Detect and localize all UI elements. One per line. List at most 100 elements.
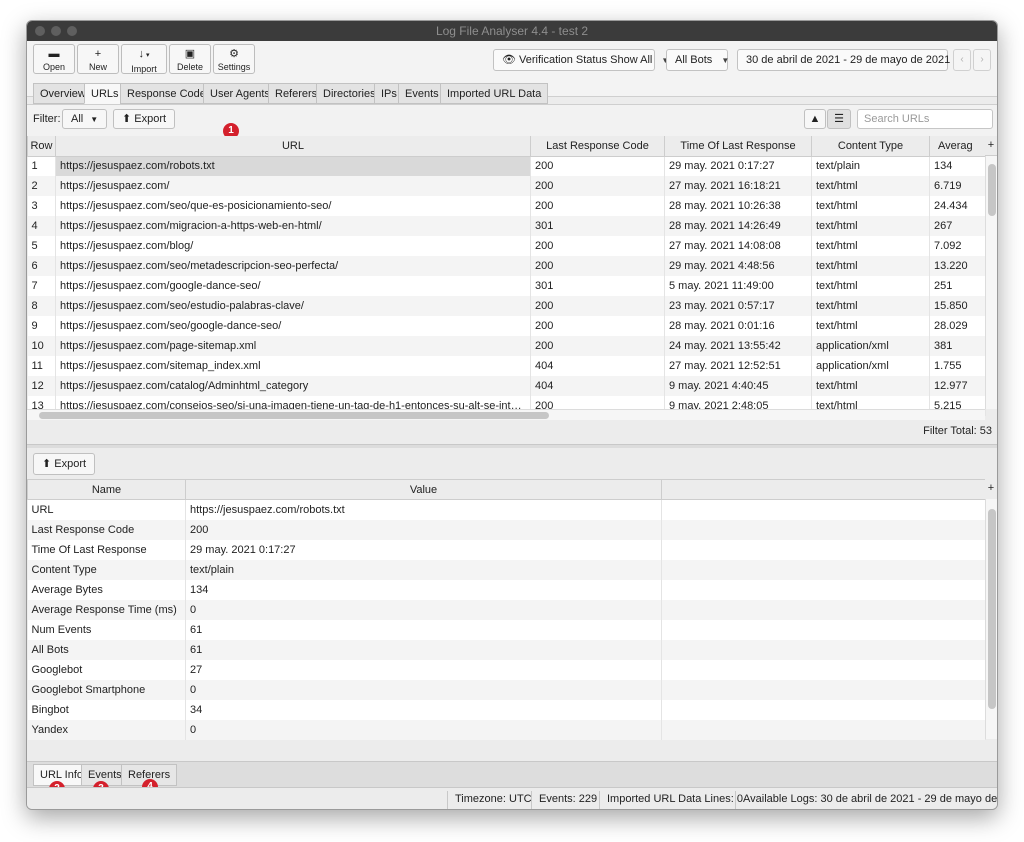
cell-url[interactable]: https://jesuspaez.com/seo/metadescripcio… xyxy=(55,256,531,276)
verification-status-dropdown[interactable]: 👁 Verification Status Show All ▼ xyxy=(493,49,669,71)
cell-response-code[interactable]: 200 xyxy=(530,336,665,356)
cell-response-code[interactable]: 200 xyxy=(530,196,665,216)
table-row[interactable]: 6 https://jesuspaez.com/seo/metadescripci… xyxy=(27,256,986,276)
cell-response-code[interactable]: 301 xyxy=(530,276,665,296)
cell-average-bytes[interactable]: 251 xyxy=(929,276,986,296)
cell-time-of-last-response[interactable]: 24 may. 2021 13:55:42 xyxy=(664,336,812,356)
cell-row-number[interactable]: 4 xyxy=(27,216,56,236)
column-chooser-button[interactable]: + xyxy=(985,479,997,499)
scrollbar-thumb[interactable] xyxy=(988,509,996,709)
table-row[interactable]: Googlebot 27 xyxy=(27,659,986,680)
column-header-last-response-code[interactable]: Last Response Code xyxy=(530,136,665,157)
tab-user-agents[interactable]: User Agents xyxy=(203,83,277,104)
cell-url[interactable]: https://jesuspaez.com/blog/ xyxy=(55,236,531,256)
cell-time-of-last-response[interactable]: 9 may. 2021 4:40:45 xyxy=(664,376,812,396)
cell-average-bytes[interactable]: 6.719 xyxy=(929,176,986,196)
table-row[interactable]: Content Type text/plain xyxy=(27,559,986,580)
export-urls-button[interactable]: ⬆ Export xyxy=(113,109,176,129)
cell-time-of-last-response[interactable]: 29 may. 2021 0:17:27 xyxy=(664,156,812,176)
urls-vertical-scrollbar[interactable] xyxy=(985,156,997,409)
details-vertical-scrollbar[interactable] xyxy=(985,499,997,739)
cell-average-bytes[interactable]: 267 xyxy=(929,216,986,236)
cell-row-number[interactable]: 7 xyxy=(27,276,56,296)
cell-content-type[interactable]: text/html xyxy=(811,236,930,256)
cell-url[interactable]: https://jesuspaez.com/seo/estudio-palabr… xyxy=(55,296,531,316)
column-header-row[interactable]: Row xyxy=(27,136,56,157)
cell-response-code[interactable]: 200 xyxy=(530,296,665,316)
column-header-content-type[interactable]: Content Type xyxy=(811,136,930,157)
cell-url[interactable]: https://jesuspaez.com/seo/google-dance-s… xyxy=(55,316,531,336)
column-header-url[interactable]: URL xyxy=(55,136,531,157)
filter-dropdown[interactable]: All ▼ xyxy=(62,109,108,129)
cell-url[interactable]: https://jesuspaez.com/robots.txt xyxy=(55,156,531,176)
column-header-average-bytes[interactable]: Averag xyxy=(929,136,986,157)
cell-content-type[interactable]: text/html xyxy=(811,216,930,236)
scrollbar-thumb[interactable] xyxy=(988,164,996,216)
tree-view-button[interactable]: ▲ xyxy=(804,109,826,129)
table-row[interactable]: Time Of Last Response 29 may. 2021 0:17:2… xyxy=(27,539,986,560)
minimize-window-button[interactable] xyxy=(51,26,61,36)
table-row[interactable]: 4 https://jesuspaez.com/migracion-a-https… xyxy=(27,216,986,236)
export-details-button[interactable]: ⬆ Export xyxy=(33,453,96,475)
cell-response-code[interactable]: 404 xyxy=(530,356,665,376)
cell-average-bytes[interactable]: 381 xyxy=(929,336,986,356)
column-header-blank[interactable] xyxy=(661,479,986,500)
cell-content-type[interactable]: text/html xyxy=(811,256,930,276)
table-row[interactable]: 12 https://jesuspaez.com/catalog/Adminhtm… xyxy=(27,376,986,396)
cell-content-type[interactable]: text/html xyxy=(811,376,930,396)
urls-horizontal-scrollbar[interactable] xyxy=(27,409,985,420)
scrollbar-thumb[interactable] xyxy=(39,412,549,419)
cell-average-bytes[interactable]: 28.029 xyxy=(929,316,986,336)
table-row[interactable]: 11 https://jesuspaez.com/sitemap_index.xm… xyxy=(27,356,986,376)
bots-dropdown[interactable]: All Bots ▼ xyxy=(666,49,729,71)
zoom-window-button[interactable] xyxy=(67,26,77,36)
table-row[interactable]: 2 https://jesuspaez.com/200 27 may. 2021 1… xyxy=(27,176,986,196)
cell-average-bytes[interactable]: 13.220 xyxy=(929,256,986,276)
cell-time-of-last-response[interactable]: 5 may. 2021 11:49:00 xyxy=(664,276,812,296)
cell-content-type[interactable]: text/html xyxy=(811,316,930,336)
table-row[interactable]: 9 https://jesuspaez.com/seo/google-dance-… xyxy=(27,316,986,336)
cell-row-number[interactable]: 8 xyxy=(27,296,56,316)
list-view-button[interactable]: ☰ xyxy=(827,109,851,129)
cell-average-bytes[interactable]: 24.434 xyxy=(929,196,986,216)
cell-time-of-last-response[interactable]: 28 may. 2021 0:01:16 xyxy=(664,316,812,336)
tab-events[interactable]: Events xyxy=(398,83,446,104)
table-row[interactable]: 1 https://jesuspaez.com/robots.txt 200 29 m… xyxy=(27,156,986,176)
cell-row-number[interactable]: 5 xyxy=(27,236,56,256)
cell-time-of-last-response[interactable]: 23 may. 2021 0:57:17 xyxy=(664,296,812,316)
date-range-dropdown[interactable]: 30 de abril de 2021 - 29 de mayo de 2021… xyxy=(737,49,967,71)
table-row[interactable]: 7 https://jesuspaez.com/google-dance-seo/… xyxy=(27,276,986,296)
cell-content-type[interactable]: application/xml xyxy=(811,356,930,376)
cell-content-type[interactable]: text/html xyxy=(811,276,930,296)
split-pane-divider[interactable] xyxy=(27,444,997,448)
tab-imported-url-data[interactable]: Imported URL Data xyxy=(440,83,549,104)
cell-content-type[interactable]: text/html xyxy=(811,196,930,216)
table-row[interactable]: Googlebot Smartphone 0 xyxy=(27,679,986,700)
table-row[interactable]: 5 https://jesuspaez.com/blog/200 27 may. 2… xyxy=(27,236,986,256)
cell-time-of-last-response[interactable]: 29 may. 2021 4:48:56 xyxy=(664,256,812,276)
cell-row-number[interactable]: 3 xyxy=(27,196,56,216)
cell-response-code[interactable]: 200 xyxy=(530,176,665,196)
cell-url[interactable]: https://jesuspaez.com/page-sitemap.xml xyxy=(55,336,531,356)
cell-average-bytes[interactable]: 12.977 xyxy=(929,376,986,396)
cell-average-bytes[interactable]: 15.850 xyxy=(929,296,986,316)
cell-average-bytes[interactable]: 7.092 xyxy=(929,236,986,256)
cell-response-code[interactable]: 301 xyxy=(530,216,665,236)
cell-average-bytes[interactable]: 1.755 xyxy=(929,356,986,376)
tab-directories[interactable]: Directories xyxy=(316,83,383,104)
cell-row-number[interactable]: 2 xyxy=(27,176,56,196)
table-row[interactable]: Bingbot 34 xyxy=(27,699,986,720)
import-button[interactable]: ↓ ▾ Import xyxy=(121,44,167,74)
cell-row-number[interactable]: 11 xyxy=(27,356,56,376)
search-urls-input[interactable]: Search URLs xyxy=(857,109,993,129)
cell-response-code[interactable]: 200 xyxy=(530,156,665,176)
open-button[interactable]: ▬ Open xyxy=(33,44,75,74)
cell-content-type[interactable]: application/xml xyxy=(811,336,930,356)
column-chooser-button[interactable]: + xyxy=(985,136,997,156)
cell-response-code[interactable]: 200 xyxy=(530,316,665,336)
previous-range-button[interactable]: ‹ xyxy=(953,49,971,71)
cell-url[interactable]: https://jesuspaez.com/sitemap_index.xml xyxy=(55,356,531,376)
column-header-time-of-last-response[interactable]: Time Of Last Response xyxy=(664,136,812,157)
cell-response-code[interactable]: 404 xyxy=(530,376,665,396)
settings-button[interactable]: ⚙ Settings xyxy=(213,44,255,74)
